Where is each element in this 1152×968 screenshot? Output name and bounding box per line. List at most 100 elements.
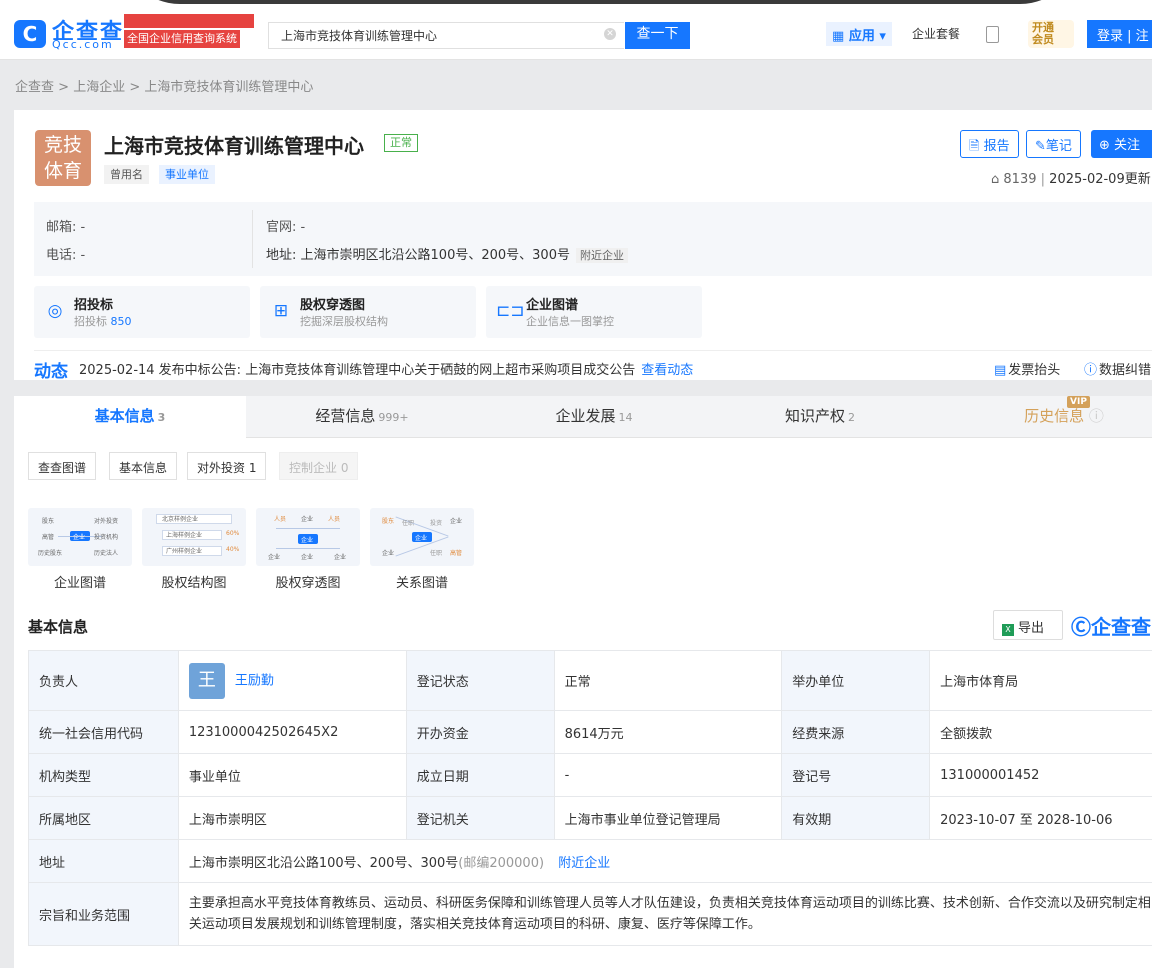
table-key: 有效期 <box>782 797 930 840</box>
tab-development[interactable]: 企业发展 14 <box>478 396 710 438</box>
table-key: 开办资金 <box>406 711 554 754</box>
subtab-graph[interactable]: 查查图谱 <box>28 452 96 480</box>
info-icon: ⓘ <box>1089 407 1104 425</box>
search-input[interactable]: 上海市竞技体育训练管理中心 <box>268 22 624 49</box>
table-key: 登记号 <box>782 754 930 797</box>
nearby-tag[interactable]: 附近企业 <box>576 248 628 263</box>
tab-label: 经营信息 <box>315 407 375 425</box>
tab-ip[interactable]: 知识产权2 <box>710 396 930 438</box>
subtab-controlled[interactable]: 控制企业 0 <box>279 452 358 480</box>
tab-business-info[interactable]: 经营信息999+ <box>246 396 478 438</box>
app-menu[interactable]: ▦ 应用 ▾ <box>826 22 892 46</box>
thumb-company-graph[interactable]: 股东 对外投资 高管 投资机构 历史股东 历史法人 企业 <box>28 508 132 566</box>
phone-label: 电话: <box>46 248 76 263</box>
login-button[interactable]: 登录 | 注册 <box>1087 20 1152 48</box>
logo-text[interactable]: 企查查 <box>52 16 124 40</box>
note-button[interactable]: ✎笔记 <box>1026 130 1081 158</box>
table-row: 统一社会信用代码 1231000042502645X2 开办资金 8614万元 … <box>29 711 1152 754</box>
brand-icon: Ⓒ <box>1071 615 1091 639</box>
thumb-text: 企业 <box>415 533 427 542</box>
quick-bidding[interactable]: ◎ 招投标 招投标 850 <box>34 286 250 338</box>
target-icon: ◎ <box>44 300 66 322</box>
table-value: 上海市体育局 <box>930 651 1152 711</box>
thumb-label[interactable]: 股权穿透图 <box>256 572 360 591</box>
follow-button[interactable]: ⊕ 关注 <box>1091 130 1152 158</box>
breadcrumb-home[interactable]: 企查查 <box>15 80 54 95</box>
export-button[interactable]: X导出 <box>993 610 1063 640</box>
tab-count: 14 <box>619 411 633 424</box>
clear-search-icon[interactable]: ✕ <box>604 28 616 40</box>
update-date: 2025-02-09更新 <box>1049 172 1151 187</box>
quick-company-graph[interactable]: ⊏⊐ 企业图谱 企业信息一图掌控 <box>486 286 702 338</box>
contact-panel: 邮箱: - 电话: - 官网: - 地址: 上海市崇明区北沿公路100号、200… <box>34 202 1152 276</box>
graph-edge <box>276 548 340 549</box>
subtab-basic[interactable]: 基本信息 <box>109 452 177 480</box>
excel-icon: X <box>1002 624 1014 636</box>
thumb-label[interactable]: 股权结构图 <box>142 572 246 591</box>
quick-title: 招投标 <box>74 294 113 313</box>
table-value: 正常 <box>554 651 782 711</box>
breadcrumb-region[interactable]: 上海企业 <box>73 80 125 95</box>
former-name-tag[interactable]: 曾用名 <box>104 165 149 184</box>
org-type-tag[interactable]: 事业单位 <box>159 165 215 184</box>
phone-icon[interactable] <box>986 26 999 43</box>
thumb-text: 人员 <box>328 514 340 523</box>
site-value: - <box>301 220 306 235</box>
quick-sub: 招投标 850 <box>74 313 132 329</box>
table-row: 机构类型 事业单位 成立日期 - 登记号 131000001452 <box>29 754 1152 797</box>
table-key: 地址 <box>29 840 179 883</box>
info-icon: ⓘ <box>1084 363 1097 378</box>
search-button[interactable]: 查一下 <box>625 22 690 49</box>
thumb-relationship[interactable]: 股东 任职 投资 企业 企业 企业 任职 高管 <box>370 508 474 566</box>
table-key: 所属地区 <box>29 797 179 840</box>
thumb-text: 人员 <box>274 514 286 523</box>
section-title: 基本信息 <box>28 616 88 637</box>
bidding-count: 850 <box>111 315 132 328</box>
tab-history[interactable]: 历史信息 ⓘ <box>964 396 1152 438</box>
thumb-text: 任职 <box>402 518 414 527</box>
quick-sub: 企业信息一图掌控 <box>526 313 614 329</box>
subtab-investment[interactable]: 对外投资 1 <box>187 452 266 480</box>
table-value: 131000001452 <box>930 754 1152 797</box>
table-key: 机构类型 <box>29 754 179 797</box>
view-dynamic-link[interactable]: 查看动态 <box>641 363 693 378</box>
table-key: 登记状态 <box>406 651 554 711</box>
table-value: 全额拨款 <box>930 711 1152 754</box>
thumb-text: 企业 <box>301 514 313 523</box>
quick-equity-penetration[interactable]: ⊞ 股权穿透图 挖掘深层股权结构 <box>260 286 476 338</box>
thumb-text: 股东 <box>42 516 54 525</box>
invoice-link[interactable]: ▤发票抬头 <box>994 359 1060 378</box>
tab-label: 历史信息 <box>1024 407 1084 425</box>
site-label: 官网: <box>266 220 296 235</box>
breadcrumb: 企查查 > 上海企业 > 上海市竞技体育训练管理中心 <box>15 76 313 95</box>
thumb-equity-structure[interactable]: 北京样例企业 上海样例企业 广州样例企业 60% 40% <box>142 508 246 566</box>
phone-row: 电话: - <box>46 244 85 263</box>
person-link[interactable]: 王励勤 <box>235 673 274 688</box>
avatar[interactable]: 王 <box>189 663 225 699</box>
thumb-text: 企业 <box>268 552 280 561</box>
tab-label: 基本信息 <box>95 407 155 425</box>
suite-link[interactable]: 企业套餐 <box>912 25 960 42</box>
grid-icon: ▦ <box>832 29 849 44</box>
logo-english: Qcc.com <box>52 38 114 51</box>
nearby-link[interactable]: 附近企业 <box>558 856 610 871</box>
breadcrumb-current: 上海市竞技体育训练管理中心 <box>144 80 313 95</box>
vip-button[interactable]: 开通会员 <box>1028 20 1074 48</box>
tab-label: 企业发展 <box>555 407 615 425</box>
thumb-equity-penetration[interactable]: 人员 企业 人员 企业 企业 企业 企业 <box>256 508 360 566</box>
thumb-label[interactable]: 关系图谱 <box>370 572 474 591</box>
report-button[interactable]: 🗎 报告 <box>960 130 1019 158</box>
brand-text: 企查查 <box>1091 615 1151 639</box>
dynamic-text: 2025-02-14 发布中标公告: 上海市竞技体育训练管理中心关于硒鼓的网上超… <box>79 359 693 378</box>
document-icon: 🗎 <box>969 139 984 154</box>
thumb-label[interactable]: 企业图谱 <box>28 572 132 591</box>
thumb-text: 高管 <box>450 548 462 557</box>
eye-icon: ⌂ <box>991 172 999 187</box>
logo-line2: 体育 <box>44 160 82 182</box>
table-row: 地址 上海市崇明区北沿公路100号、200号、300号(邮编200000) 附近… <box>29 840 1152 883</box>
report-label: 报告 <box>984 139 1010 154</box>
qcc-logo-icon[interactable]: C <box>14 20 46 48</box>
correction-link[interactable]: ⓘ数据纠错 <box>1084 359 1151 378</box>
logo-slogan: 全国企业信用查询系统 <box>124 30 240 48</box>
tab-basic-info[interactable]: 基本信息3 <box>14 396 246 438</box>
